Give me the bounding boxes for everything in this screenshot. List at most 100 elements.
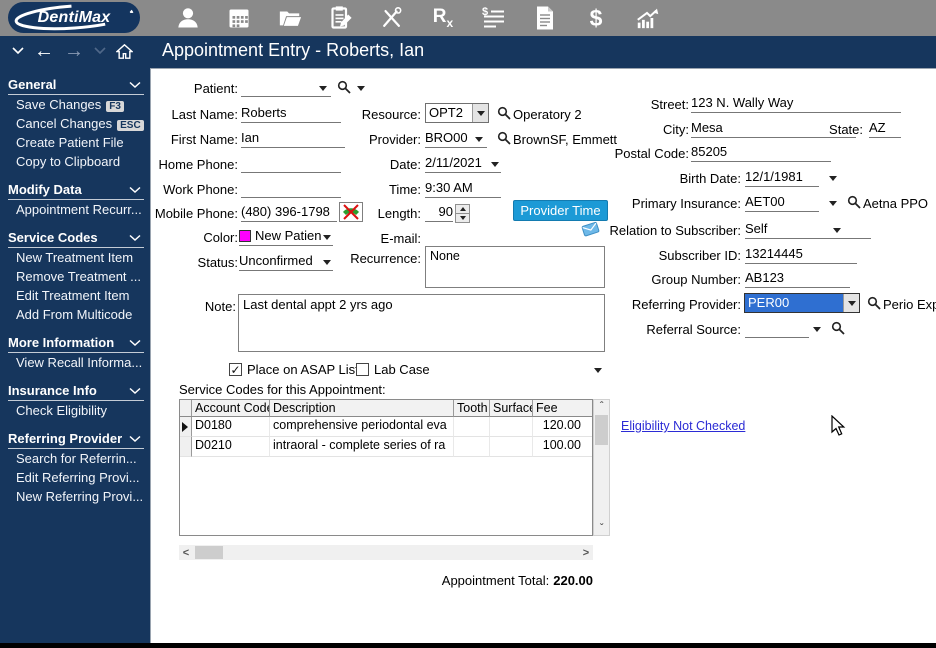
state-field[interactable]: AZ: [869, 120, 901, 138]
scroll-left-arrow[interactable]: <: [179, 547, 193, 559]
sidebar-item-add-from-multicode[interactable]: Add From Multicode: [8, 305, 144, 324]
horizontal-scroll-thumb[interactable]: [195, 546, 223, 559]
scroll-down-arrow[interactable]: ˇ: [594, 523, 609, 534]
sidebar-item-copy-to-clipboard[interactable]: Copy to Clipboard: [8, 152, 144, 171]
lab-case-checkbox[interactable]: [356, 363, 369, 376]
referral-source-field[interactable]: [745, 320, 809, 338]
provider-time-button[interactable]: Provider Time: [513, 200, 608, 221]
asap-checkbox[interactable]: ✓: [229, 363, 242, 376]
length-spinner[interactable]: [455, 204, 470, 223]
sidebar-item-appointment-recurrence[interactable]: Appointment Recurr...: [8, 200, 144, 219]
color-field[interactable]: New Patien: [239, 228, 333, 246]
work-phone-field[interactable]: [241, 180, 341, 198]
mobile-phone-field[interactable]: (480) 396-1798: [241, 204, 337, 222]
options-dropdown-arrow[interactable]: [594, 368, 602, 373]
resource-search-icon[interactable]: [497, 106, 512, 121]
spinner-down-button[interactable]: [456, 213, 469, 222]
resource-combo[interactable]: OPT2: [425, 103, 489, 123]
folder-icon[interactable]: [278, 5, 302, 31]
sidebar-item-search-referring[interactable]: Search for Referrin...: [8, 449, 144, 468]
referral-source-search-icon[interactable]: [831, 321, 846, 336]
no-call-button[interactable]: [339, 202, 363, 222]
patient-field[interactable]: [241, 79, 331, 97]
sidebar-item-remove-treatment[interactable]: Remove Treatment ...: [8, 267, 144, 286]
sidebar-item-new-treatment[interactable]: New Treatment Item: [8, 248, 144, 267]
date-dropdown-arrow[interactable]: [491, 162, 499, 167]
status-dropdown-arrow[interactable]: [323, 260, 331, 265]
relation-dropdown-arrow[interactable]: [833, 228, 841, 233]
collapse-chevron-icon[interactable]: [128, 81, 142, 89]
col-description[interactable]: Description: [270, 400, 454, 417]
section-header[interactable]: Modify Data: [8, 180, 144, 200]
group-number-field[interactable]: AB123: [745, 270, 850, 288]
spinner-up-button[interactable]: [456, 205, 469, 213]
horizontal-scrollbar[interactable]: < >: [179, 545, 593, 560]
chevron-down-dim-icon[interactable]: [94, 47, 106, 55]
patient-dropdown-arrow[interactable]: [319, 86, 327, 91]
status-field[interactable]: Unconfirmed: [239, 253, 333, 271]
section-header[interactable]: Insurance Info: [8, 381, 144, 401]
street-field[interactable]: 123 N. Wally Way: [691, 95, 901, 113]
home-icon[interactable]: [116, 43, 133, 59]
col-fee[interactable]: Fee: [533, 400, 592, 417]
patient-search-icon[interactable]: [337, 80, 352, 95]
collapse-chevron-icon[interactable]: [128, 186, 142, 194]
calendar-icon[interactable]: [227, 5, 251, 31]
ledger-icon[interactable]: $: [482, 5, 506, 31]
eligibility-link[interactable]: Eligibility Not Checked: [621, 419, 745, 433]
chevron-down-icon[interactable]: [12, 47, 24, 55]
section-header[interactable]: Referring Provider: [8, 429, 144, 449]
relation-field[interactable]: Self: [745, 221, 871, 239]
vertical-scroll-thumb[interactable]: [595, 415, 608, 445]
length-field[interactable]: 90: [425, 204, 453, 222]
table-row[interactable]: D0210 intraoral - complete series of ra …: [180, 437, 592, 457]
sidebar-item-create-patient-file[interactable]: Create Patient File: [8, 133, 144, 152]
date-field[interactable]: 2/11/2021: [425, 155, 501, 173]
scroll-right-arrow[interactable]: >: [579, 547, 593, 559]
primary-insurance-field[interactable]: AET00: [745, 194, 819, 212]
sidebar-item-cancel-changes[interactable]: Cancel Changes ESC: [8, 114, 144, 133]
document-icon[interactable]: [533, 5, 557, 31]
sidebar-item-edit-treatment[interactable]: Edit Treatment Item: [8, 286, 144, 305]
section-header[interactable]: General: [8, 75, 144, 95]
resource-dropdown-button[interactable]: [472, 104, 488, 122]
patient-icon[interactable]: [176, 5, 200, 31]
referring-provider-combo[interactable]: PER00: [744, 293, 860, 313]
section-header[interactable]: Service Codes: [8, 228, 144, 248]
home-phone-field[interactable]: [241, 155, 341, 173]
birth-date-field[interactable]: 12/1/1981: [745, 169, 819, 187]
time-field[interactable]: 9:30 AM: [425, 180, 501, 198]
collapse-chevron-icon[interactable]: [128, 435, 142, 443]
sidebar-item-save-changes[interactable]: Save Changes F3: [8, 95, 144, 114]
recurrence-field[interactable]: None: [425, 246, 605, 288]
birth-date-dropdown-arrow[interactable]: [829, 176, 837, 181]
sidebar-item-view-recall-info[interactable]: View Recall Informa...: [8, 353, 144, 372]
referral-source-dropdown-arrow[interactable]: [813, 327, 821, 332]
table-row[interactable]: D0180 comprehensive periodontal eva 120.…: [180, 417, 592, 437]
referring-provider-search-icon[interactable]: [867, 296, 882, 311]
email-field[interactable]: [425, 229, 593, 247]
payment-dollar-icon[interactable]: $: [584, 5, 608, 31]
sidebar-item-edit-referring[interactable]: Edit Referring Provi...: [8, 468, 144, 487]
collapse-chevron-icon[interactable]: [128, 234, 142, 242]
collapse-chevron-icon[interactable]: [128, 387, 142, 395]
col-tooth[interactable]: Tooth: [454, 400, 490, 417]
color-dropdown-arrow[interactable]: [323, 235, 331, 240]
patient-filter-arrow[interactable]: [357, 86, 365, 91]
sidebar-item-new-referring[interactable]: New Referring Provi...: [8, 487, 144, 506]
email-envelope-icon[interactable]: [581, 221, 601, 237]
treatment-clipboard-icon[interactable]: [329, 5, 353, 31]
provider-dropdown-arrow[interactable]: [475, 137, 483, 142]
note-field[interactable]: Last dental appt 2 yrs ago: [238, 294, 605, 352]
reports-chart-icon[interactable]: [635, 5, 659, 31]
provider-search-icon[interactable]: [497, 131, 512, 146]
back-arrow-icon[interactable]: ←: [34, 41, 54, 61]
forward-arrow-icon[interactable]: →: [64, 41, 84, 61]
postal-code-field[interactable]: 85205: [691, 144, 831, 162]
scroll-up-arrow[interactable]: ˆ: [594, 401, 609, 412]
last-name-field[interactable]: Roberts: [241, 105, 341, 123]
subscriber-id-field[interactable]: 13214445: [745, 246, 857, 264]
vertical-scrollbar[interactable]: ˆ ˇ: [593, 399, 610, 536]
rx-icon[interactable]: Rx: [431, 5, 455, 31]
referring-provider-dropdown-button[interactable]: [843, 294, 859, 312]
